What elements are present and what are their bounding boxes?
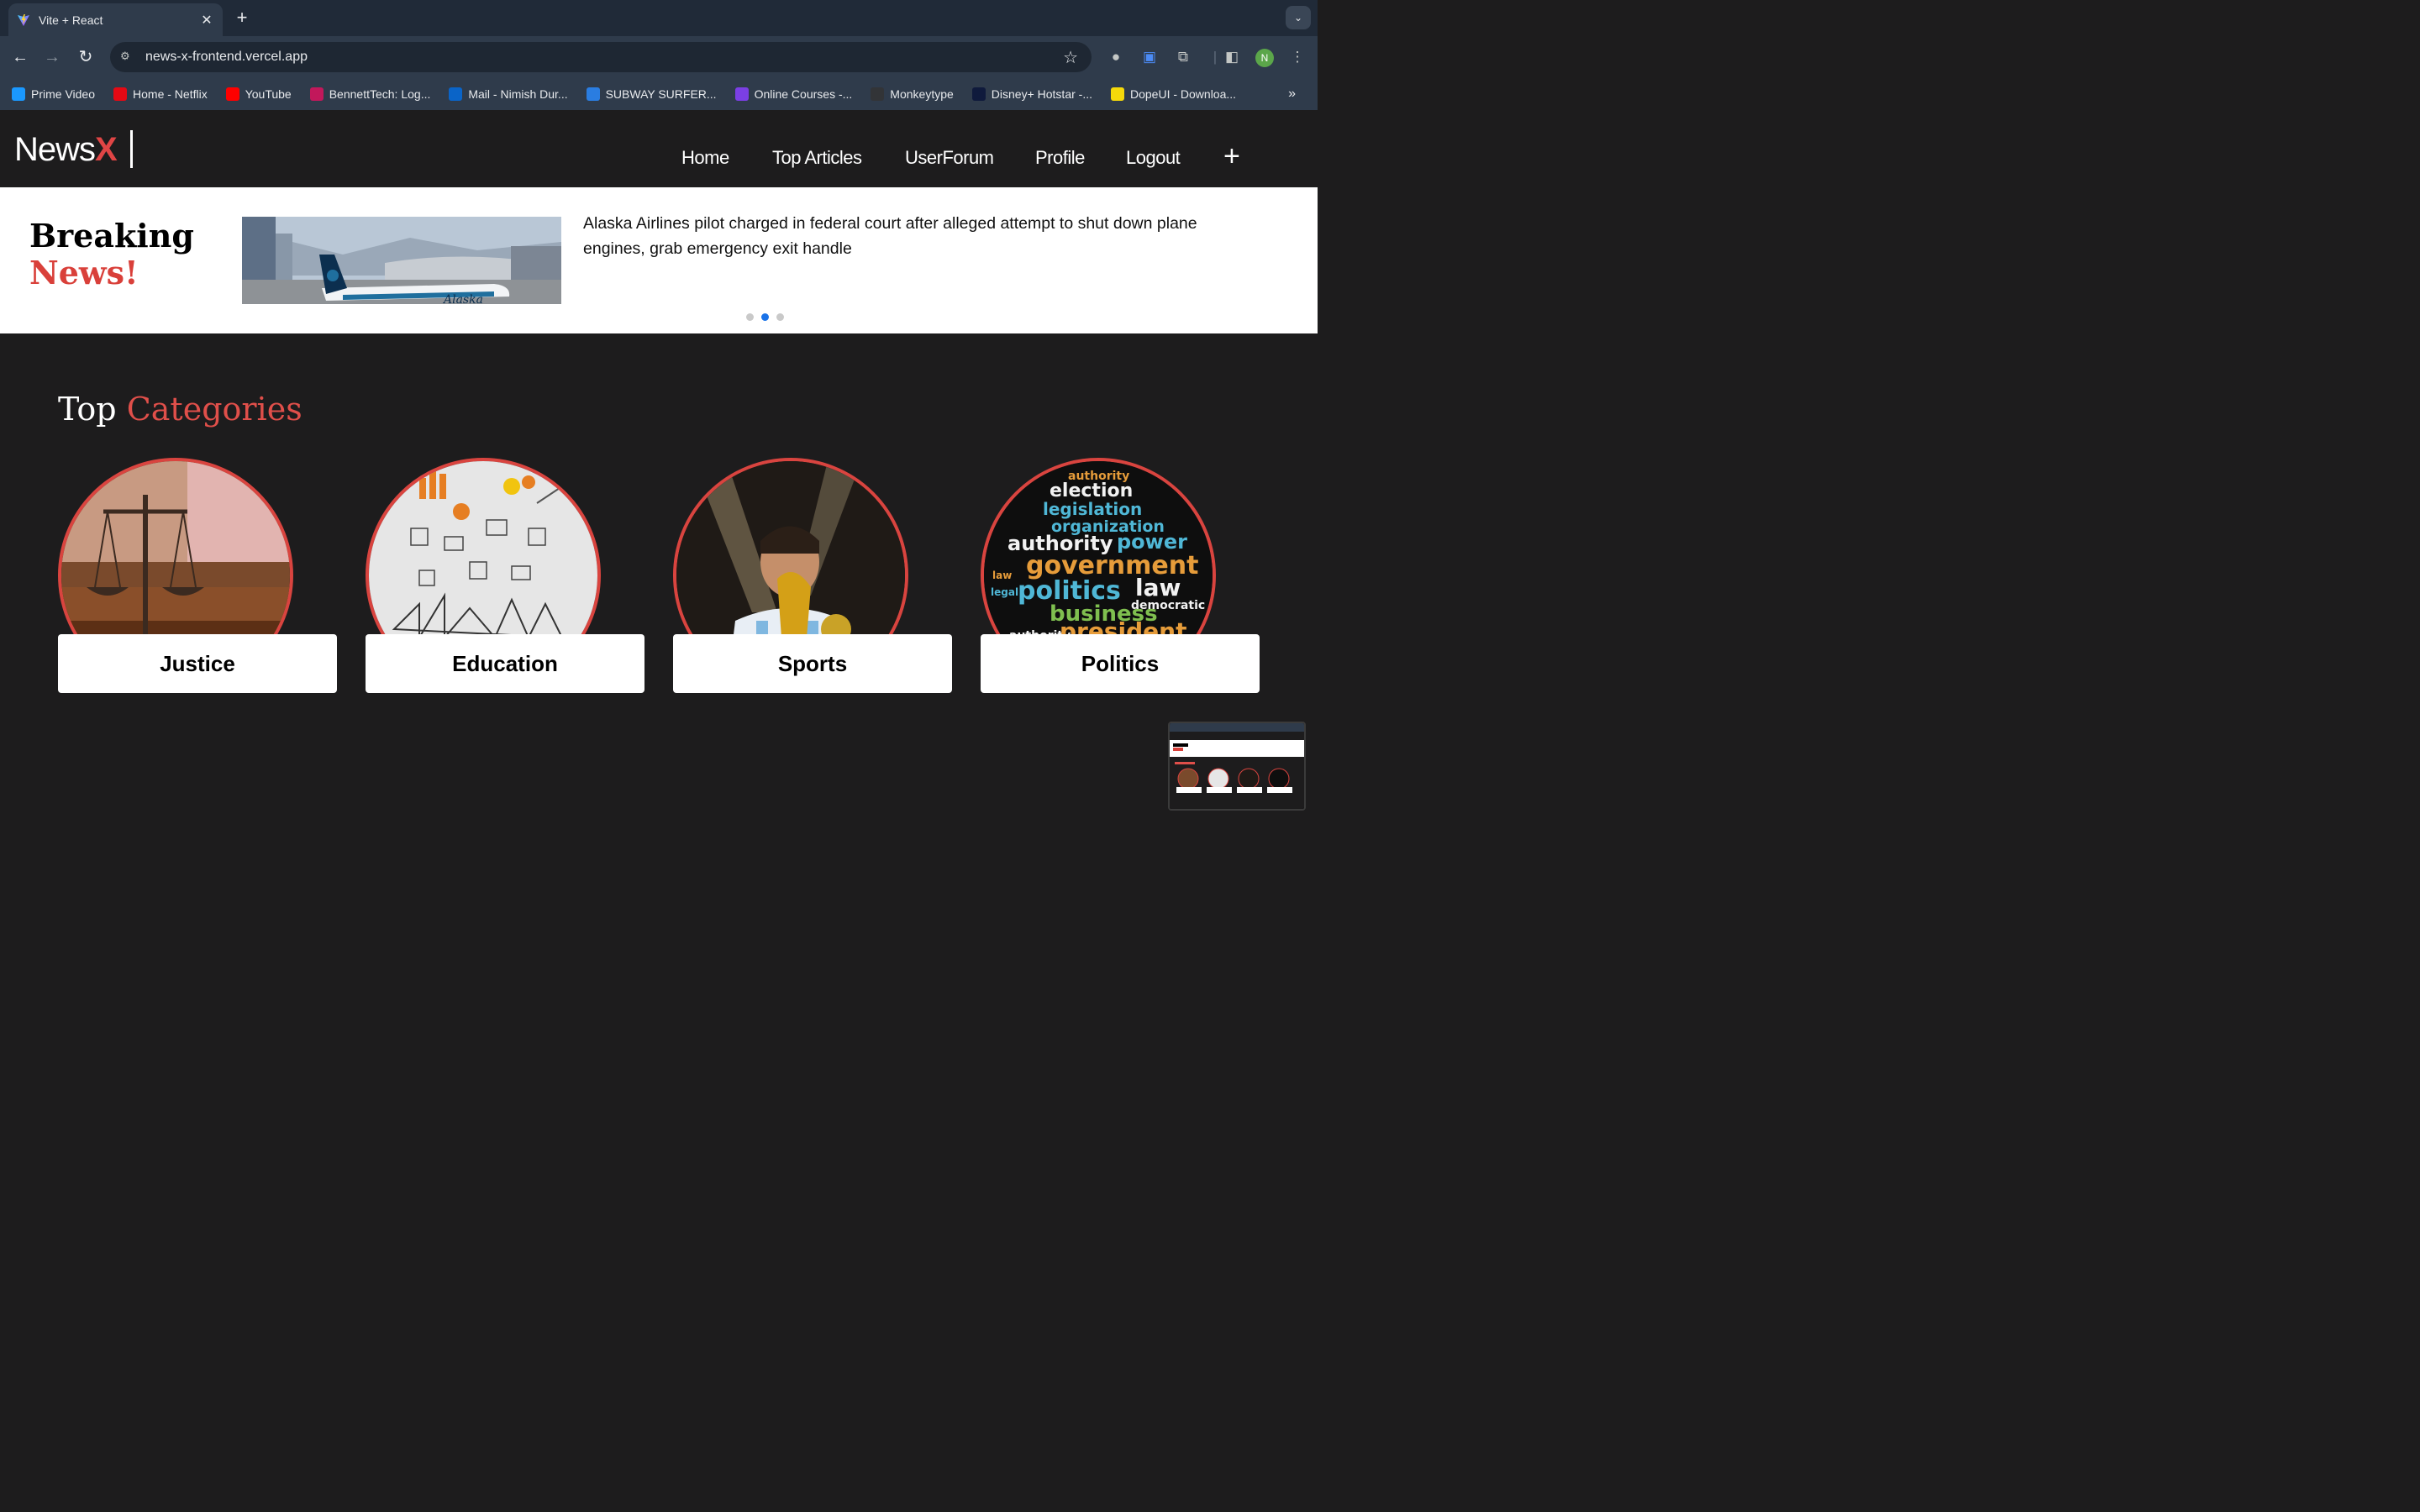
bookmark-favicon-icon <box>1110 87 1124 101</box>
menu-kebab-icon[interactable]: ⋮ <box>1288 48 1307 66</box>
bookmark-favicon-icon <box>113 87 128 101</box>
bookmark-item[interactable]: BennettTech: Log... <box>309 87 431 101</box>
bookmark-label: Mail - Nimish Dur... <box>468 87 568 101</box>
breaking-headline[interactable]: Alaska Airlines pilot charged in federal… <box>583 211 1239 261</box>
heading-categories: Categories <box>126 391 302 428</box>
bookmarks-bar: Prime Video Home - Netflix YouTube BennettT… <box>0 78 1318 110</box>
screenshot-extension-icon[interactable]: ▣ <box>1140 48 1159 66</box>
carousel-dot-3[interactable] <box>776 313 784 321</box>
extension-icon[interactable]: ● <box>1107 48 1125 66</box>
toolbar-divider: | <box>1213 49 1218 65</box>
news-image[interactable]: Alaska <box>242 217 561 304</box>
nav-profile[interactable]: Profile <box>1035 147 1085 169</box>
url-text: news-x-frontend.vercel.app <box>145 50 308 64</box>
add-icon[interactable]: + <box>1223 142 1240 171</box>
airplane-image: Alaska <box>242 217 561 304</box>
bookmark-label: Monkeytype <box>890 87 954 101</box>
nav-home[interactable]: Home <box>681 147 729 169</box>
bookmark-item[interactable]: Home - Netflix <box>113 87 208 101</box>
bookmark-favicon-icon <box>871 87 885 101</box>
svg-text:Alaska: Alaska <box>442 293 483 304</box>
carousel-dots <box>746 313 792 321</box>
svg-text:legal: legal <box>991 586 1018 598</box>
bookmark-item[interactable]: YouTube <box>225 87 292 101</box>
carousel-dot-1[interactable] <box>746 313 754 321</box>
breaking-label: Breaking <box>29 217 194 255</box>
browser-window: Vite + React ✕ + ⌄ ← → ↻ ⚙ news-x-fronte… <box>0 0 1318 823</box>
forward-icon[interactable]: → <box>41 46 63 68</box>
category-label-justice: Justice <box>58 634 337 693</box>
screenshot-thumbnail[interactable] <box>1168 722 1306 811</box>
bookmark-label: BennettTech: Log... <box>329 87 431 101</box>
back-icon[interactable]: ← <box>9 46 31 68</box>
vite-logo-icon <box>18 13 29 26</box>
nav-userforum[interactable]: UserForum <box>905 147 994 169</box>
extensions-puzzle-icon[interactable]: ⧉ <box>1174 48 1192 66</box>
bookmark-favicon-icon <box>225 87 239 101</box>
heading-top: Top <box>58 391 117 428</box>
bookmark-star-icon[interactable]: ☆ <box>1063 47 1078 68</box>
category-label-education: Education <box>366 634 644 693</box>
svg-text:law: law <box>1135 574 1181 601</box>
bookmark-item[interactable]: SUBWAY SURFER... <box>586 87 717 101</box>
side-panel-icon[interactable]: ◧ <box>1223 48 1241 66</box>
new-tab-button[interactable]: + <box>232 8 252 28</box>
bookmark-label: Disney+ Hotstar -... <box>991 87 1092 101</box>
logo-accent: X <box>95 131 118 168</box>
category-label-sports: Sports <box>673 634 952 693</box>
carousel-dot-2[interactable] <box>761 313 769 321</box>
nav-logout[interactable]: Logout <box>1126 147 1181 169</box>
browser-toolbar: ← → ↻ ⚙ news-x-frontend.vercel.app ☆ ● ▣… <box>0 36 1318 78</box>
svg-text:power: power <box>1117 530 1187 554</box>
tab-search-icon[interactable]: ⌄ <box>1286 6 1311 29</box>
breaking-news-title: Breaking News! <box>29 218 194 291</box>
bookmark-label: Prime Video <box>31 87 96 101</box>
logo-divider <box>130 130 133 168</box>
site-settings-icon[interactable]: ⚙ <box>120 50 135 65</box>
bookmark-favicon-icon <box>971 87 986 101</box>
reload-icon[interactable]: ↻ <box>75 46 97 68</box>
category-card-politics[interactable]: authority election legislation organizat… <box>981 458 1260 693</box>
site-header: NewsX Home Top Articles UserForum Profil… <box>0 110 1318 187</box>
bookmark-label: DopeUI - Downloa... <box>1129 87 1237 101</box>
bookmark-item[interactable]: Online Courses -... <box>734 87 853 101</box>
category-card-education[interactable]: Education <box>366 458 644 693</box>
tab-active[interactable]: Vite + React ✕ <box>8 3 223 36</box>
tab-strip: Vite + React ✕ + ⌄ <box>0 0 1318 36</box>
bookmark-label: Home - Netflix <box>133 87 208 101</box>
bookmark-label: Online Courses -... <box>754 87 853 101</box>
bookmark-favicon-icon <box>449 87 463 101</box>
bookmark-label: YouTube <box>245 87 292 101</box>
bookmark-item[interactable]: Monkeytype <box>871 87 954 101</box>
news-label: News! <box>29 254 139 291</box>
svg-text:legislation: legislation <box>1043 499 1142 519</box>
profile-avatar[interactable]: N <box>1255 49 1274 67</box>
bookmark-item[interactable]: Prime Video <box>12 87 95 101</box>
site-logo[interactable]: NewsX <box>14 131 118 169</box>
address-bar[interactable]: ⚙ news-x-frontend.vercel.app ☆ <box>110 42 1092 72</box>
bookmark-favicon-icon <box>12 87 25 101</box>
breaking-news-section: Breaking News! Alaska Alaska Airlines pi… <box>0 187 1318 333</box>
category-card-sports[interactable]: Sports <box>673 458 952 693</box>
nav-top-articles[interactable]: Top Articles <box>772 147 862 169</box>
category-card-justice[interactable]: Justice <box>58 458 337 693</box>
bookmark-favicon-icon <box>586 87 600 101</box>
bookmark-item[interactable]: Disney+ Hotstar -... <box>971 87 1092 101</box>
svg-text:democratic: democratic <box>1131 599 1205 612</box>
bookmarks-overflow-icon[interactable]: » <box>1288 87 1296 102</box>
bookmark-favicon-icon <box>734 87 749 101</box>
bookmark-item[interactable]: Mail - Nimish Dur... <box>449 87 568 101</box>
bookmark-label: SUBWAY SURFER... <box>605 87 717 101</box>
tab-close-icon[interactable]: ✕ <box>199 12 214 29</box>
svg-text:law: law <box>992 570 1012 581</box>
tab-title: Vite + React <box>39 13 103 27</box>
bookmark-favicon-icon <box>309 87 324 101</box>
category-label-politics: Politics <box>981 634 1260 693</box>
bookmark-item[interactable]: DopeUI - Downloa... <box>1110 87 1237 101</box>
logo-text: News <box>14 131 96 168</box>
top-categories-heading: Top Categories <box>58 391 302 428</box>
